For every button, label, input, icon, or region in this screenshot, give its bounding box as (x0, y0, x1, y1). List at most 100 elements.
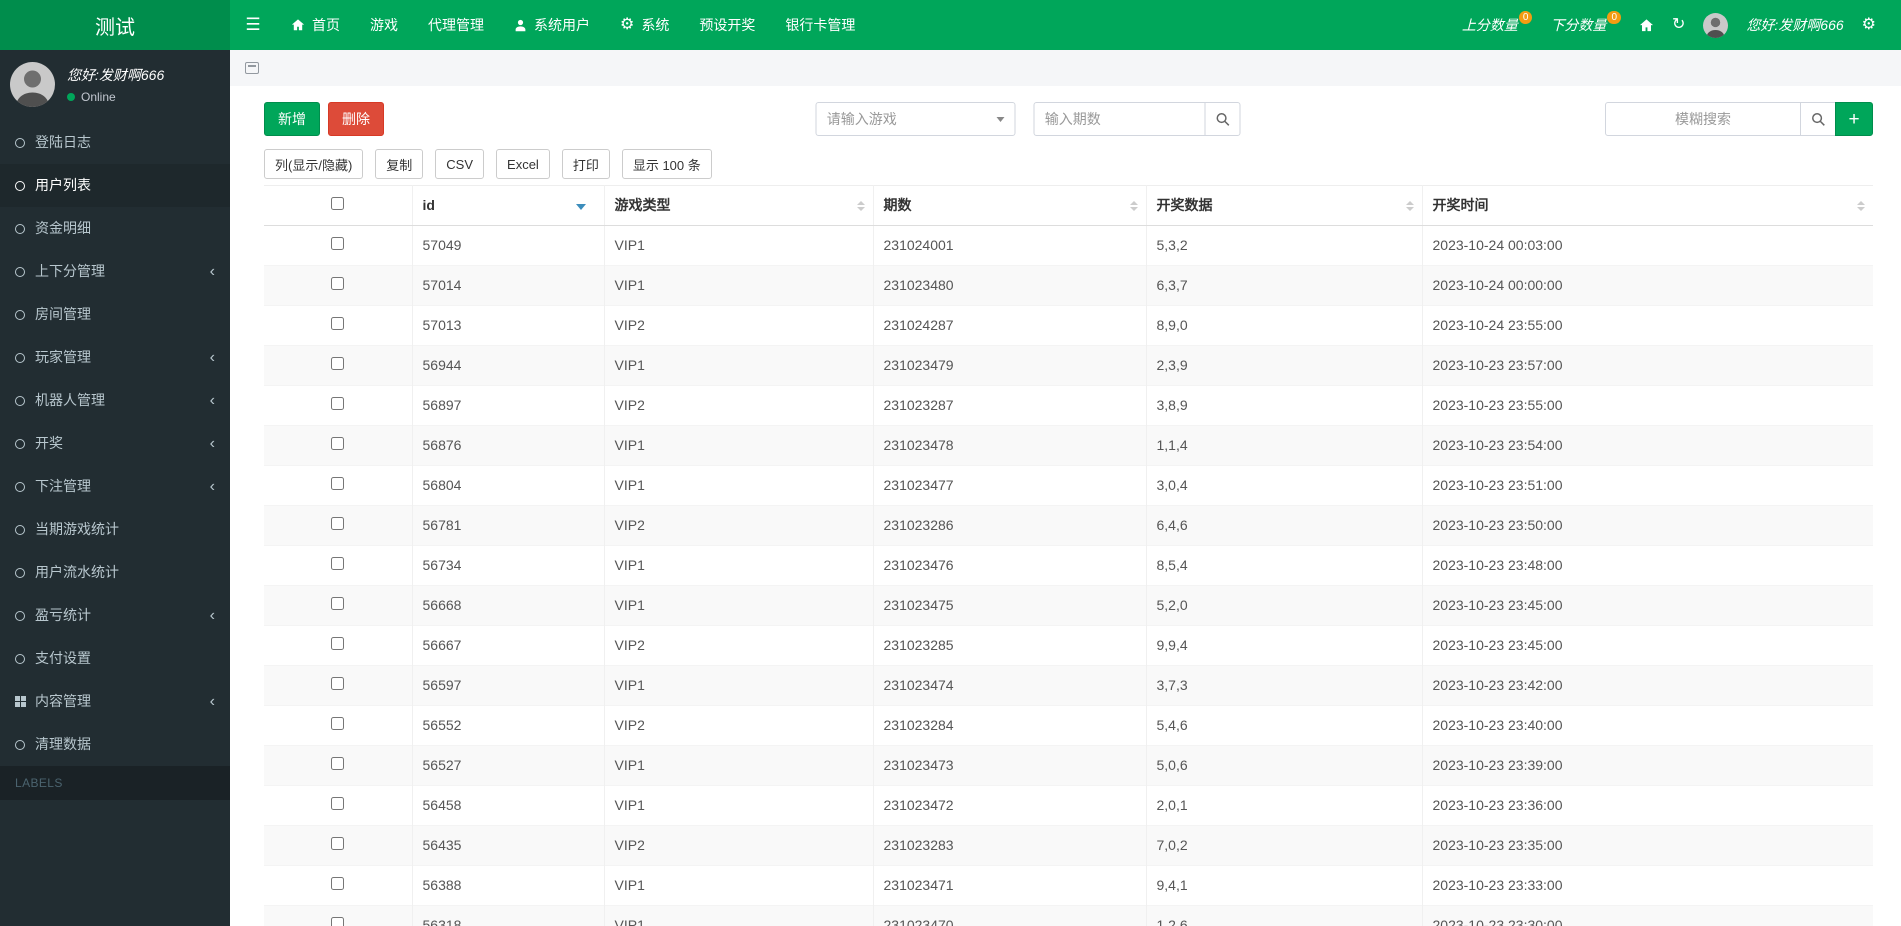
game-select[interactable]: 请输入游戏 (815, 102, 1016, 136)
nav-item-system[interactable]: ⚙ 系统 (605, 0, 684, 50)
sidebar-item-clean-data[interactable]: 清理数据 (0, 723, 230, 766)
print-button[interactable]: 打印 (561, 149, 610, 179)
user-status[interactable]: Online (67, 90, 164, 104)
sidebar-item-score-updown-manage[interactable]: 上下分管理 ‹ (0, 250, 230, 293)
csv-export-button[interactable]: CSV (435, 149, 485, 179)
page-size-button[interactable]: 显示 100 条 (621, 149, 712, 179)
row-checkbox[interactable] (331, 597, 345, 610)
nav-item-home[interactable]: 首页 (276, 0, 355, 50)
cell-id: 56781 (411, 505, 604, 546)
nav-item-bank-card-manage[interactable]: 银行卡管理 (770, 0, 870, 50)
sidebar-item-content-manage[interactable]: 内容管理 ‹ (0, 680, 230, 723)
sort-both-icon (1857, 200, 1865, 211)
row-checkbox[interactable] (331, 317, 345, 330)
copy-button[interactable]: 复制 (375, 149, 424, 179)
nav-item-system-users[interactable]: 系统用户 (499, 0, 605, 50)
column-header-period[interactable]: 期数 (872, 185, 1146, 226)
top-navbar: 测试 ☰ 首页 游戏 代理管理 系统用户 ⚙ 系统 预设开奖 银行卡管理 上分数… (0, 0, 1901, 50)
sidebar-item-bet-manage[interactable]: 下注管理 ‹ (0, 465, 230, 508)
row-checkbox[interactable] (331, 357, 345, 370)
period-input[interactable] (1033, 102, 1206, 136)
row-select-cell (264, 545, 412, 586)
column-label: 期数 (883, 197, 912, 213)
sidebar-item-room-manage[interactable]: 房间管理 (0, 293, 230, 336)
row-checkbox[interactable] (331, 437, 345, 450)
row-checkbox[interactable] (331, 837, 345, 850)
sidebar-item-robot-manage[interactable]: 机器人管理 ‹ (0, 379, 230, 422)
cell-draw-time: 2023-10-23 23:54:00 (1421, 425, 1873, 466)
delete-button[interactable]: 删除 (328, 102, 384, 136)
settings-button[interactable]: ⚙ (1853, 17, 1885, 33)
row-checkbox[interactable] (331, 477, 345, 490)
nav-item-preset-draw[interactable]: 预设开奖 (684, 0, 770, 50)
user-greeting-link[interactable]: 您好:发财啊666 (1737, 15, 1852, 35)
row-checkbox[interactable] (331, 917, 345, 926)
score-down-link[interactable]: 下分数量 0 (1541, 10, 1630, 35)
select-all-checkbox[interactable] (331, 197, 345, 210)
cell-game-type: VIP1 (603, 785, 873, 826)
columns-toggle-button[interactable]: 列(显示/隐藏) (264, 149, 364, 179)
user-greeting: 您好:发财啊666 (67, 67, 165, 83)
sidebar-labels-header: LABELS (0, 766, 230, 800)
chevron-left-icon: ‹ (209, 391, 215, 409)
row-checkbox[interactable] (331, 237, 345, 250)
sidebar-item-label: 当期游戏统计 (35, 521, 119, 537)
row-select-cell (264, 825, 412, 866)
nav-item-label: 银行卡管理 (785, 17, 856, 33)
nav-item-label: 系统用户 (534, 17, 590, 33)
nav-item-label: 游戏 (370, 17, 398, 33)
row-checkbox[interactable] (331, 757, 345, 770)
cell-id: 56734 (411, 545, 604, 586)
table-row: 56876 VIP1 231023478 1,1,4 2023-10-23 23… (264, 425, 1873, 466)
nav-item-games[interactable]: 游戏 (355, 0, 413, 50)
row-select-cell (264, 265, 412, 306)
sidebar-toggle-button[interactable]: ☰ (230, 0, 276, 50)
refresh-button[interactable]: ↻ (1663, 17, 1694, 33)
row-checkbox[interactable] (331, 717, 345, 730)
fuzzy-search-input[interactable] (1605, 102, 1801, 136)
brand-logo[interactable]: 测试 (0, 0, 230, 50)
column-header-draw-data[interactable]: 开奖数据 (1145, 185, 1422, 226)
row-checkbox[interactable] (331, 557, 345, 570)
results-table: id 游戏类型 期数 开奖数据 开奖时间 57049 VIP1 23102400… (264, 185, 1873, 926)
column-header-id[interactable]: id (411, 185, 604, 226)
add-new-button[interactable]: + (1835, 102, 1873, 136)
row-checkbox[interactable] (331, 517, 345, 530)
row-checkbox[interactable] (331, 877, 345, 890)
sidebar-item-current-game-stats[interactable]: 当期游戏统计 (0, 508, 230, 551)
cell-id: 56897 (411, 385, 604, 426)
row-checkbox[interactable] (331, 277, 345, 290)
cell-draw-data: 6,4,6 (1145, 505, 1422, 546)
score-up-link[interactable]: 上分数量 0 (1453, 10, 1542, 35)
cell-period: 231023287 (872, 385, 1146, 426)
row-checkbox[interactable] (331, 397, 345, 410)
sidebar-item-profit-loss-stats[interactable]: 盈亏统计 ‹ (0, 594, 230, 637)
fuzzy-search-button[interactable] (1800, 102, 1836, 136)
avatar (10, 62, 55, 107)
fuzzy-search-group: + (1605, 102, 1873, 136)
row-checkbox[interactable] (331, 677, 345, 690)
row-checkbox[interactable] (331, 637, 345, 650)
layout-toggle-icon[interactable] (245, 62, 259, 74)
sidebar-item-funds-detail[interactable]: 资金明细 (0, 207, 230, 250)
nav-item-agent-manage[interactable]: 代理管理 (413, 0, 499, 50)
sidebar-item-label: 开奖 (35, 435, 63, 451)
sidebar: 您好:发财啊666 Online 登陆日志 用户列表 资金明细 上下分管理 ‹ … (0, 50, 230, 926)
cell-period: 231023472 (872, 785, 1146, 826)
sidebar-item-user-list[interactable]: 用户列表 (0, 164, 230, 207)
sidebar-item-player-manage[interactable]: 玩家管理 ‹ (0, 336, 230, 379)
cell-id: 56458 (411, 785, 604, 826)
user-menu[interactable] (1694, 12, 1737, 38)
column-header-draw-time[interactable]: 开奖时间 (1421, 185, 1873, 226)
sidebar-item-login-log[interactable]: 登陆日志 (0, 121, 230, 164)
sidebar-item-user-flow-stats[interactable]: 用户流水统计 (0, 551, 230, 594)
sidebar-item-lottery-draw[interactable]: 开奖 ‹ (0, 422, 230, 465)
excel-export-button[interactable]: Excel (496, 149, 550, 179)
add-button[interactable]: 新增 (264, 102, 320, 136)
home-shortcut-button[interactable] (1630, 18, 1663, 33)
period-search-button[interactable] (1204, 102, 1241, 136)
column-header-game-type[interactable]: 游戏类型 (603, 185, 873, 226)
row-checkbox[interactable] (331, 797, 345, 810)
sidebar-item-payment-settings[interactable]: 支付设置 (0, 637, 230, 680)
cell-id: 57049 (411, 225, 604, 266)
